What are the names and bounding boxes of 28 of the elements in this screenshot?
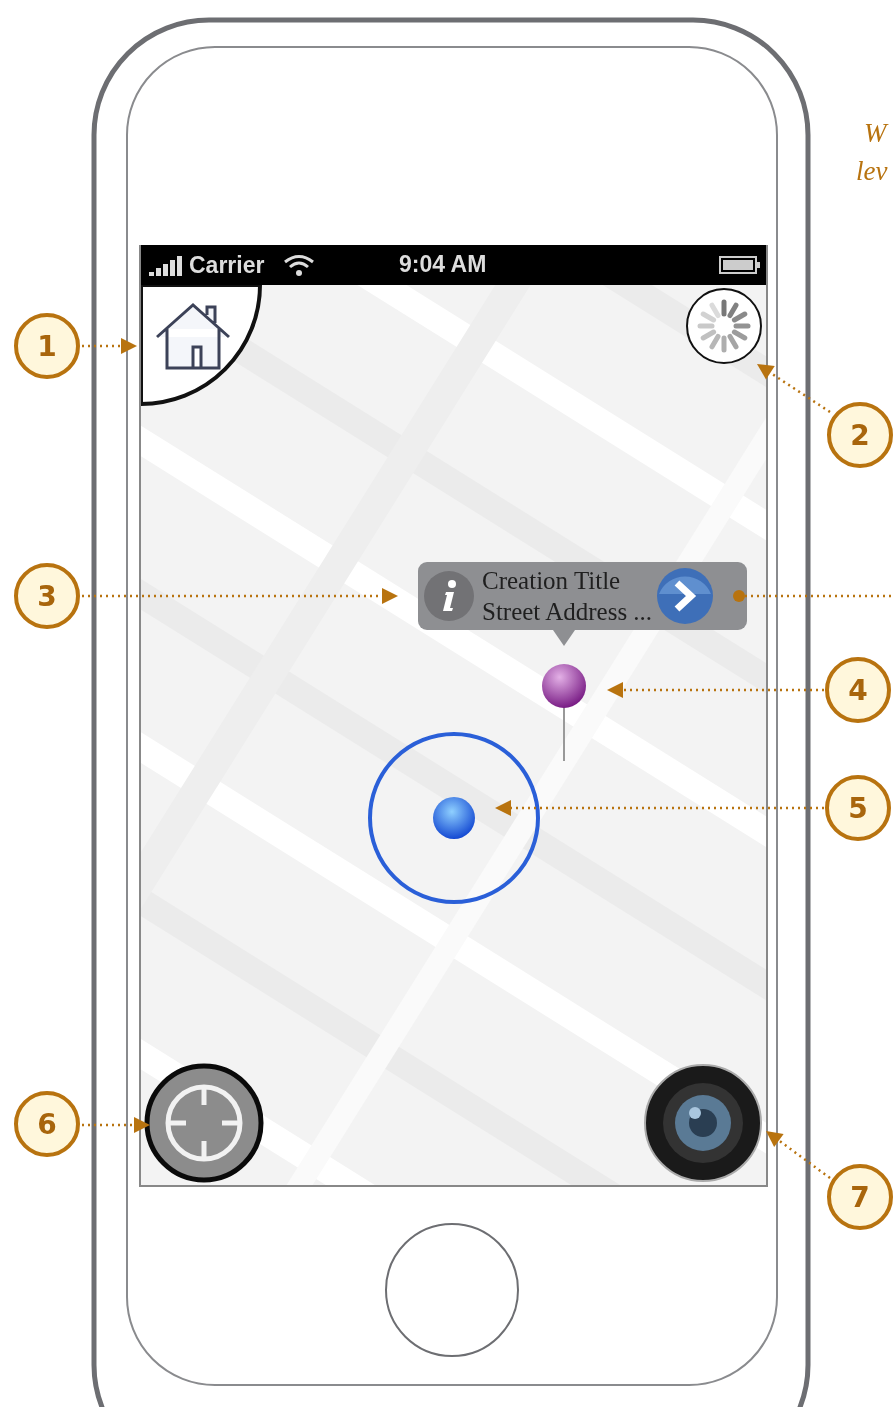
signal-icon <box>149 254 183 276</box>
carrier-name: Carrier <box>189 251 265 279</box>
leader-line <box>766 1131 831 1179</box>
current-location-dot <box>432 796 476 840</box>
callout-address: Street Address ... <box>482 597 653 627</box>
locate-me-button[interactable] <box>144 1063 264 1183</box>
info-icon <box>424 571 474 621</box>
callout-number: 3 <box>14 563 80 629</box>
leader-line <box>82 1117 150 1133</box>
loading-spinner-icon <box>686 288 762 364</box>
home-button[interactable] <box>141 285 263 407</box>
callout-number: 2 <box>827 402 893 468</box>
chevron-button[interactable] <box>656 567 715 625</box>
callout-number: 4 <box>825 657 891 723</box>
leader-line <box>82 338 137 354</box>
callout-pointer <box>553 630 575 648</box>
map-pin-icon <box>540 663 588 763</box>
map-callout[interactable]: Creation Title Street Address ... <box>418 562 747 630</box>
battery-icon <box>719 256 761 274</box>
callout-number: 7 <box>827 1164 893 1230</box>
clock-time: 9:04 AM <box>399 251 487 278</box>
annotation-text: W <box>864 118 887 149</box>
camera-button[interactable] <box>643 1063 763 1183</box>
callout-number: 1 <box>14 313 80 379</box>
callout-title: Creation Title <box>482 566 622 596</box>
callout-number: 6 <box>14 1091 80 1157</box>
annotation-text: lev <box>856 156 888 187</box>
callout-number: 5 <box>825 775 891 841</box>
